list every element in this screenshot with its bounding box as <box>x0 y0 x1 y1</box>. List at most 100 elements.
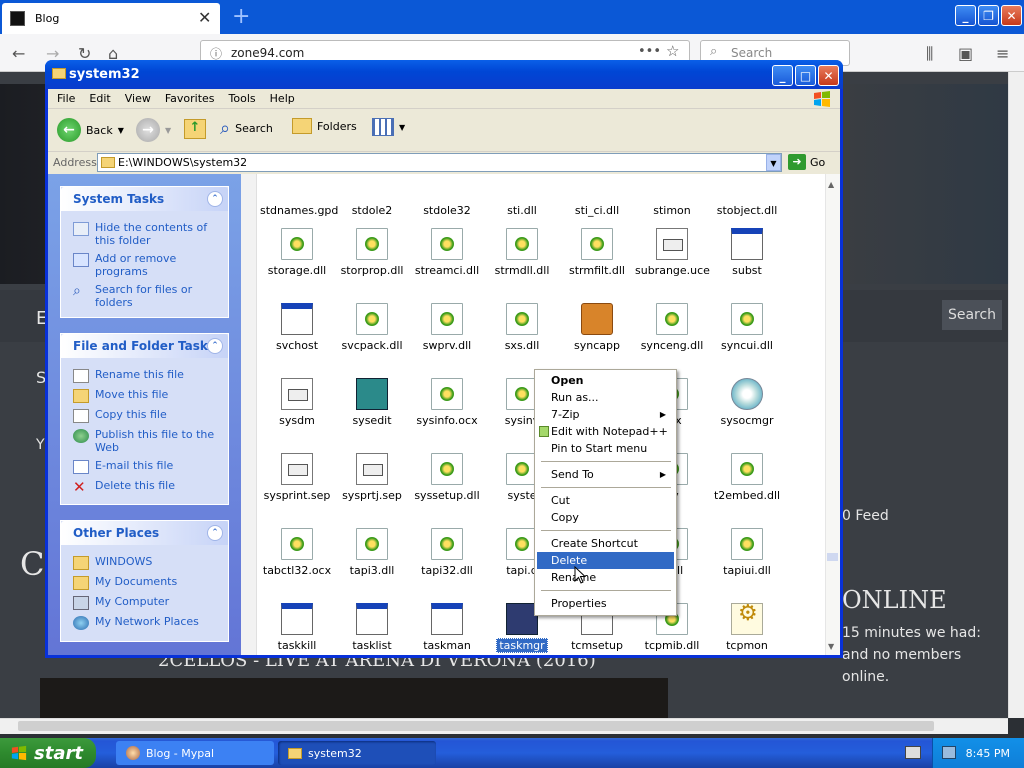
file-item[interactable]: sysocmgr <box>710 378 784 427</box>
browser-tab[interactable]: Blog <box>2 3 220 34</box>
keyboard-icon[interactable] <box>905 746 921 759</box>
file-item[interactable]: swprv.dll <box>410 303 484 352</box>
file-item[interactable]: stobject.dll <box>710 168 784 217</box>
menu-item-copy[interactable]: Copy <box>537 509 674 526</box>
menu-favorites[interactable]: Favorites <box>160 92 224 105</box>
menu-edit[interactable]: Edit <box>84 92 119 105</box>
file-item[interactable]: svcpack.dll <box>335 303 409 352</box>
task-email-file[interactable]: E-mail this file <box>61 457 228 477</box>
browser-scroll-thumb[interactable] <box>18 721 934 731</box>
task-publish-web[interactable]: Publish this file to the Web <box>61 426 228 457</box>
task-search-files[interactable]: ⌕ Search for files or folders <box>61 281 228 312</box>
menu-file[interactable]: File <box>52 92 84 105</box>
file-item[interactable]: syncui.dll <box>710 303 784 352</box>
menu-help[interactable]: Help <box>265 92 304 105</box>
new-tab-icon[interactable]: + <box>232 4 250 29</box>
task-copy-file[interactable]: Copy this file <box>61 406 228 426</box>
file-item[interactable]: sysprint.sep <box>260 453 334 502</box>
place-my-documents[interactable]: My Documents <box>61 573 228 593</box>
menu-item-notepadpp[interactable]: Edit with Notepad++ <box>537 423 674 440</box>
collapse-icon[interactable]: ⌃ <box>207 525 223 541</box>
file-item[interactable]: strmfilt.dll <box>560 228 634 277</box>
task-delete-file[interactable]: ✕ Delete this file <box>61 477 228 497</box>
file-item[interactable]: subst <box>710 228 784 277</box>
menu-item-send-to[interactable]: Send To ▶ <box>537 466 674 483</box>
file-item[interactable]: tapiui.dll <box>710 528 784 577</box>
menu-icon[interactable]: ≡ <box>996 44 1009 63</box>
minimize-button[interactable]: _ <box>772 65 793 86</box>
file-item[interactable]: stdnames.gpd <box>260 168 338 217</box>
folders-button[interactable]: Folders <box>292 118 357 134</box>
pane-left-scrollbar[interactable] <box>241 174 257 655</box>
scroll-up-arrow-icon[interactable]: ▲ <box>828 180 834 189</box>
file-item[interactable]: stdole32 <box>410 168 484 217</box>
video-thumbnail[interactable] <box>40 678 668 718</box>
browser-vertical-scrollbar[interactable] <box>1008 72 1024 718</box>
file-item[interactable]: sxs.dll <box>485 303 559 352</box>
forward-button[interactable]: → ▼ <box>136 118 171 142</box>
views-button[interactable]: ▼ <box>372 118 405 136</box>
network-tray-icon[interactable] <box>942 746 956 759</box>
menu-item-create-shortcut[interactable]: Create Shortcut <box>537 535 674 552</box>
task-move-file[interactable]: Move this file <box>61 386 228 406</box>
menu-item-cut[interactable]: Cut <box>537 492 674 509</box>
file-item[interactable]: tabctl32.ocx <box>260 528 334 577</box>
bookmark-star-icon[interactable]: ☆ <box>666 42 679 60</box>
task-hide-contents[interactable]: Hide the contents of this folder <box>61 219 228 250</box>
task-rename-file[interactable]: Rename this file <box>61 366 228 386</box>
file-item[interactable]: taskman <box>410 603 484 652</box>
file-pane-scrollbar[interactable] <box>825 174 840 655</box>
file-item[interactable]: stdole2 <box>335 168 409 217</box>
menu-tools[interactable]: Tools <box>224 92 265 105</box>
file-item[interactable]: stimon <box>635 168 709 217</box>
file-item[interactable]: svchost <box>260 303 334 352</box>
website-search-button[interactable]: Search <box>942 300 1002 330</box>
file-item[interactable]: storage.dll <box>260 228 334 277</box>
file-item[interactable]: sysedit <box>335 378 409 427</box>
scroll-down-arrow-icon[interactable]: ▼ <box>828 642 834 651</box>
menu-item-run-as[interactable]: Run as... <box>537 389 674 406</box>
file-folder-tasks-title[interactable]: File and Folder Tasks <box>61 334 228 358</box>
task-add-remove-programs[interactable]: Add or remove programs <box>61 250 228 281</box>
page-actions-icon[interactable]: ••• <box>638 44 661 59</box>
file-item[interactable]: strmdll.dll <box>485 228 559 277</box>
menu-item-delete[interactable]: Delete <box>537 552 674 569</box>
go-button[interactable]: ➜ Go <box>788 154 825 170</box>
file-item[interactable]: storprop.dll <box>335 228 409 277</box>
browser-minimize-button[interactable]: _ <box>955 5 976 26</box>
file-item[interactable]: sti.dll <box>485 168 559 217</box>
close-button[interactable]: ✕ <box>818 65 839 86</box>
up-folder-button[interactable]: ↑ <box>184 119 206 139</box>
maximize-button[interactable]: □ <box>795 65 816 86</box>
menu-view[interactable]: View <box>120 92 160 105</box>
file-item[interactable]: synceng.dll <box>635 303 709 352</box>
collapse-icon[interactable]: ⌃ <box>207 338 223 354</box>
file-item[interactable]: streamci.dll <box>410 228 484 277</box>
system-tasks-title[interactable]: System Tasks <box>61 187 228 211</box>
library-icon[interactable]: ⫼ <box>926 44 933 64</box>
file-item[interactable]: taskkill <box>260 603 334 652</box>
file-item[interactable]: tapi32.dll <box>410 528 484 577</box>
menu-item-7zip[interactable]: 7-Zip ▶ <box>537 406 674 423</box>
browser-restore-button[interactable]: ❐ <box>978 5 999 26</box>
file-item[interactable]: subrange.uce <box>635 228 710 277</box>
other-places-title[interactable]: Other Places <box>61 521 228 545</box>
sidebar-icon[interactable]: ▣ <box>958 44 973 63</box>
menu-item-pin-start[interactable]: Pin to Start menu <box>537 440 674 457</box>
back-button[interactable]: ← Back ▼ <box>57 118 124 142</box>
browser-close-button[interactable]: ✕ <box>1001 5 1022 26</box>
file-item[interactable]: syssetup.dll <box>410 453 484 502</box>
file-item[interactable]: sysdm <box>260 378 334 427</box>
file-item[interactable]: tasklist <box>335 603 409 652</box>
menu-item-properties[interactable]: Properties <box>537 595 674 612</box>
dropdown-icon[interactable]: ▼ <box>118 126 124 135</box>
collapse-icon[interactable]: ⌃ <box>207 191 223 207</box>
file-item[interactable]: tapi3.dll <box>335 528 409 577</box>
file-item[interactable]: syncapp <box>560 303 634 352</box>
back-arrow-icon[interactable]: ← <box>12 44 25 63</box>
dropdown-icon[interactable]: ▼ <box>165 126 171 135</box>
place-my-computer[interactable]: My Computer <box>61 593 228 613</box>
explorer-title-bar[interactable]: system32 <box>45 60 843 89</box>
file-item[interactable]: sti_ci.dll <box>560 168 634 217</box>
file-item[interactable]: t2embed.dll <box>710 453 784 502</box>
